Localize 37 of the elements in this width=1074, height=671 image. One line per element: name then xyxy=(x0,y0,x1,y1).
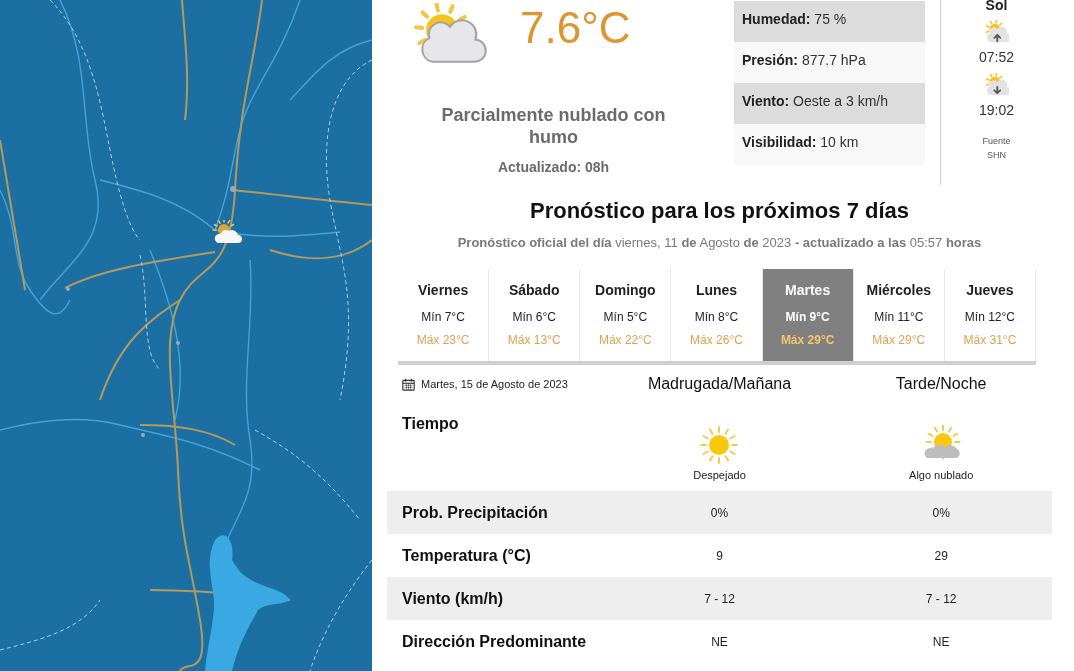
period-heading: Madrugada/Mañana xyxy=(647,375,792,393)
sun-time: 19:02 xyxy=(978,102,1014,118)
condition-row: Visibilidad: 10 km xyxy=(734,124,925,165)
date-label: Martes, 15 de Agosto de 2023 xyxy=(421,378,568,390)
sun-cloud-down-arrow-icon xyxy=(984,73,1009,97)
row-label: Prob. Precipitación xyxy=(402,503,548,522)
table-cell: 29 xyxy=(934,548,948,563)
sun-time: 07:52 xyxy=(978,49,1014,65)
weather-caption: Despejado xyxy=(693,469,746,481)
forecast-title: Pronóstico para los próximos 7 días xyxy=(529,198,910,224)
sun-heading: Sol xyxy=(985,0,1008,12)
row-label: Temperatura (°C) xyxy=(402,546,531,565)
condition-row: Viento: Oeste a 3 km/h xyxy=(734,83,925,124)
table-cell: NE xyxy=(711,634,728,649)
forecast-subtitle: Pronóstico oficial del día viernes, 11 de Agosto de 2023 - actualizado a las 05:57 horas xyxy=(456,235,983,251)
sun-cloud-up-arrow-icon xyxy=(984,20,1009,44)
table-cell: 0% xyxy=(932,505,950,520)
table-cell: 7 - 12 xyxy=(925,591,957,606)
calendar-icon xyxy=(402,376,415,392)
table-cell: 7 - 12 xyxy=(704,591,735,606)
condition-row: Presión: 877.7 hPa xyxy=(734,42,925,83)
row-label: Dirección Predominante xyxy=(402,632,587,651)
row-label: Tiempo xyxy=(402,415,459,433)
day-tab[interactable]: Martes Mín 9°C Máx 29°C xyxy=(762,269,854,361)
sun-cloud-icon[interactable] xyxy=(212,220,242,244)
row-label: Viento (km/h) xyxy=(402,589,504,608)
table-cell: 9 xyxy=(716,548,723,563)
table-cell: 0% xyxy=(710,505,729,520)
period-heading: Tarde/Noche xyxy=(895,375,987,393)
table-cell: NE xyxy=(932,634,950,649)
updated-time: Actualizado: 08h xyxy=(497,159,610,175)
sun-icon xyxy=(699,425,740,465)
weather-description: Parcialmente nublado con humo xyxy=(440,104,667,148)
weather-caption: Algo nublado xyxy=(909,469,974,481)
condition-row: Humedad: 75 % xyxy=(734,1,925,42)
source-label: Fuente SHN xyxy=(982,135,1011,162)
current-temperature: 7.6°C xyxy=(520,6,631,50)
